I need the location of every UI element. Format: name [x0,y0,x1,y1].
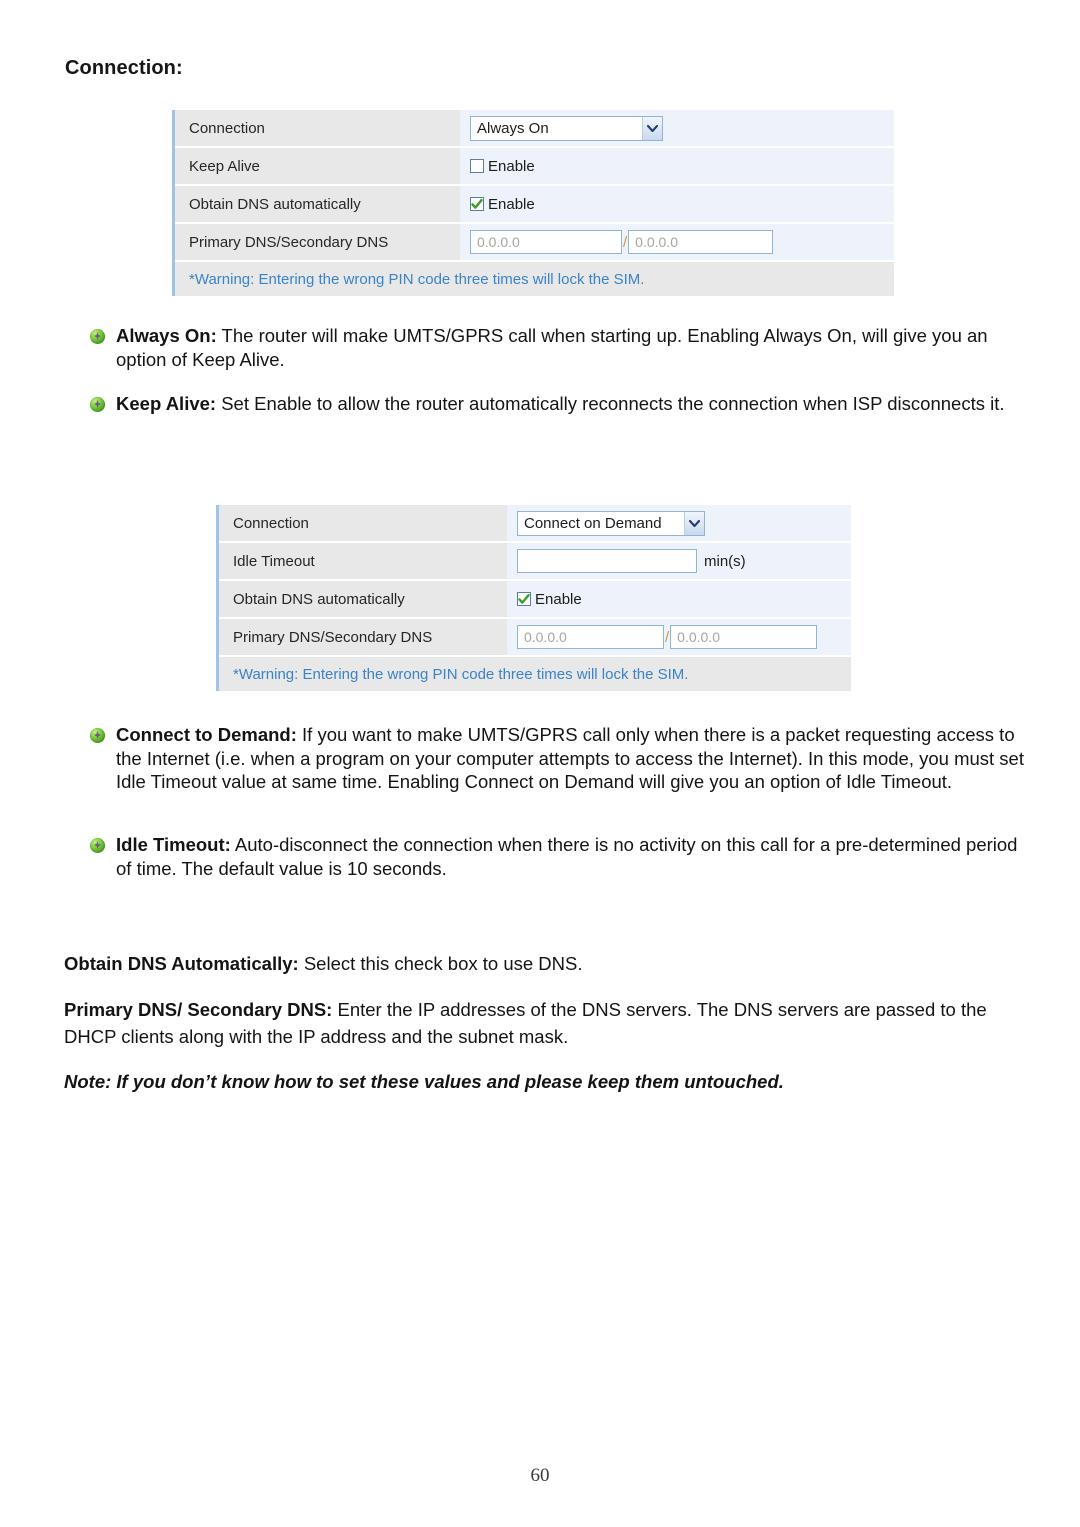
secondary-dns-input[interactable]: 0.0.0.0 [628,230,774,254]
bullet-term: Always On: [116,325,217,346]
bullet-description: Auto-disconnect the connection when ther… [116,834,1018,879]
table-row: Primary DNS/Secondary DNS 0.0.0.0 / 0.0.… [219,619,851,657]
connection-mode-select[interactable]: Connect on Demand [517,510,705,536]
paragraph-term: Primary DNS/ Secondary DNS: [64,999,333,1020]
bullet-description: Set Enable to allow the router automatic… [216,393,1005,414]
row-field-obtain-dns: Enable [460,186,894,222]
list-item: Connect to Demand: If you want to make U… [90,723,1025,794]
row-field-idle-timeout: min(s) [507,543,851,579]
row-field-obtain-dns: Enable [507,581,851,617]
table-row: Keep Alive Enable [175,148,894,186]
row-label-connection: Connection [219,505,507,541]
row-field-connection: Connect on Demand [507,505,851,541]
keep-alive-enable-label: Enable [488,157,535,175]
dns-servers-paragraph: Primary DNS/ Secondary DNS: Enter the IP… [64,996,1024,1050]
paragraph-body: Select this check box to use DNS. [298,953,583,974]
row-field-dns-pair: 0.0.0.0 / 0.0.0.0 [507,619,851,655]
keep-alive-enable-checkbox[interactable]: Enable [470,158,535,175]
pin-warning-text: *Warning: Entering the wrong PIN code th… [175,262,894,296]
connection-panel-always-on: Connection Always On Keep Alive Enable O… [172,110,894,296]
obtain-dns-enable-checkbox[interactable]: Enable [517,591,582,608]
table-row: Idle Timeout min(s) [219,543,851,581]
chevron-down-icon[interactable] [642,116,662,140]
row-label-idle-timeout: Idle Timeout [219,543,507,579]
obtain-dns-paragraph: Obtain DNS Automatically: Select this ch… [64,950,1024,977]
bullet-term: Keep Alive: [116,393,217,414]
secondary-dns-input[interactable]: 0.0.0.0 [670,625,818,649]
checkbox-unchecked-icon[interactable] [470,159,484,173]
row-label-connection: Connection [175,110,460,146]
row-field-connection: Always On [460,110,894,146]
idle-timeout-input[interactable] [517,549,697,573]
bullet-body: Always On: The router will make UMTS/GPR… [116,324,1025,371]
checkbox-checked-icon[interactable] [470,197,484,211]
row-field-dns-pair: 0.0.0.0 / 0.0.0.0 [460,224,894,260]
checkbox-checked-icon[interactable] [517,592,531,606]
dns-separator: / [665,628,670,646]
connection-panel-connect-on-demand: Connection Connect on Demand Idle Timeou… [216,505,851,691]
table-row: Connection Always On [175,110,894,148]
table-row: Connection Connect on Demand [219,505,851,543]
note-paragraph: Note: If you don’t know how to set these… [64,1071,784,1092]
obtain-dns-enable-label: Enable [488,195,535,213]
row-label-obtain-dns: Obtain DNS automatically [175,186,460,222]
green-globe-bullet-icon [90,397,105,412]
bullet-description: The router will make UMTS/GPRS call when… [116,325,988,370]
bullet-body: Keep Alive: Set Enable to allow the rout… [116,392,1005,416]
chevron-down-icon[interactable] [684,511,704,535]
bullet-term: Idle Timeout: [116,834,231,855]
table-row: Obtain DNS automatically Enable [219,581,851,619]
list-item: Always On: The router will make UMTS/GPR… [90,324,1025,371]
connection-mode-value: Connect on Demand [524,514,662,532]
row-label-dns-pair: Primary DNS/Secondary DNS [175,224,460,260]
pin-warning-text: *Warning: Entering the wrong PIN code th… [219,657,851,691]
list-item: Keep Alive: Set Enable to allow the rout… [90,392,1025,416]
connection-mode-select[interactable]: Always On [470,115,663,141]
obtain-dns-enable-label: Enable [535,590,582,608]
primary-dns-input[interactable]: 0.0.0.0 [517,625,664,649]
row-field-keep-alive: Enable [460,148,894,184]
row-label-dns-pair: Primary DNS/Secondary DNS [219,619,507,655]
green-globe-bullet-icon [90,838,105,853]
obtain-dns-enable-checkbox[interactable]: Enable [470,196,535,213]
dns-separator: / [623,233,628,251]
idle-timeout-unit-label: min(s) [704,552,746,570]
page-title: Connection: [65,57,183,79]
page-number: 60 [530,1465,550,1486]
green-globe-bullet-icon [90,728,105,743]
table-row: Primary DNS/Secondary DNS 0.0.0.0 / 0.0.… [175,224,894,262]
bullet-body: Idle Timeout: Auto-disconnect the connec… [116,833,1025,880]
primary-dns-input[interactable]: 0.0.0.0 [470,230,622,254]
bullet-term: Connect to Demand: [116,724,297,745]
row-label-obtain-dns: Obtain DNS automatically [219,581,507,617]
green-globe-bullet-icon [90,329,105,344]
bullet-body: Connect to Demand: If you want to make U… [116,723,1025,794]
list-item: Idle Timeout: Auto-disconnect the connec… [90,833,1025,880]
row-label-keep-alive: Keep Alive [175,148,460,184]
table-row: Obtain DNS automatically Enable [175,186,894,224]
paragraph-term: Obtain DNS Automatically: [64,953,299,974]
connection-mode-value: Always On [477,119,549,137]
